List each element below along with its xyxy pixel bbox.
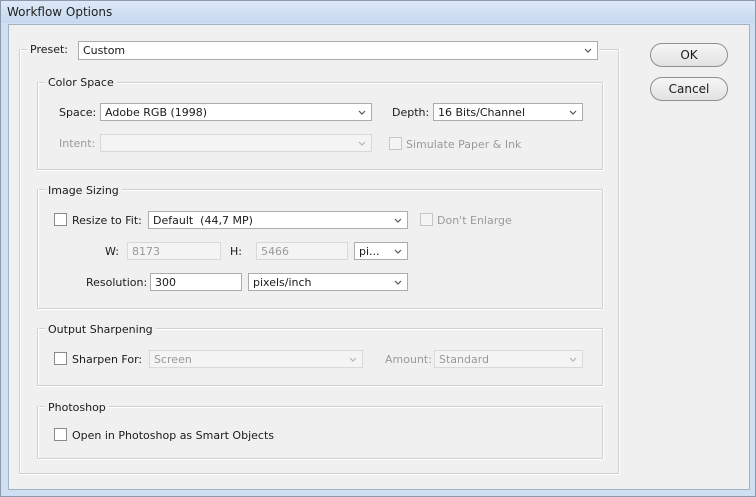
dialog-body: Preset: Custom Color Space Space: Adobe … xyxy=(8,24,750,490)
preset-frame-left xyxy=(19,49,21,474)
depth-dropdown[interactable]: 16 Bits/Channel xyxy=(433,103,583,121)
chevron-down-icon xyxy=(392,213,404,227)
height-field: 5466 xyxy=(256,242,348,260)
sharpen-for-dropdown: Screen xyxy=(149,350,363,368)
sharpen-for-checkbox[interactable] xyxy=(54,352,67,365)
photoshop-left-edge xyxy=(37,406,39,459)
resize-to-fit-value: Default (44,7 MP) xyxy=(153,214,253,227)
output-sharpening-right-edge xyxy=(602,328,604,386)
sharpen-for-value: Screen xyxy=(154,353,192,366)
amount-dropdown: Standard xyxy=(434,350,583,368)
cancel-button[interactable]: Cancel xyxy=(650,77,728,101)
chevron-down-icon xyxy=(356,136,368,150)
color-space-left-edge xyxy=(37,82,39,170)
resolution-value: 300 xyxy=(155,276,176,289)
amount-value: Standard xyxy=(439,353,490,366)
resize-to-fit-checkbox[interactable] xyxy=(54,213,67,226)
image-sizing-divider xyxy=(37,189,603,191)
chevron-down-icon xyxy=(582,43,594,57)
resolution-unit-dropdown[interactable]: pixels/inch xyxy=(248,273,408,291)
simulate-paper-checkbox xyxy=(389,137,402,150)
space-label: Space: xyxy=(59,106,97,119)
chevron-down-icon xyxy=(567,105,579,119)
photoshop-title: Photoshop xyxy=(45,401,109,414)
height-label: H: xyxy=(230,245,242,258)
simulate-paper-label: Simulate Paper & Ink xyxy=(406,138,522,151)
output-sharpening-bottom-edge xyxy=(37,385,603,387)
resolution-unit-value: pixels/inch xyxy=(253,276,312,289)
title-bar: Workflow Options xyxy=(1,1,755,23)
output-sharpening-left-edge xyxy=(37,328,39,386)
image-sizing-left-edge xyxy=(37,189,39,309)
amount-label: Amount: xyxy=(385,353,432,366)
space-value: Adobe RGB (1998) xyxy=(105,106,208,119)
color-space-divider xyxy=(37,82,603,84)
resolution-field[interactable]: 300 xyxy=(150,273,242,291)
depth-value: 16 Bits/Channel xyxy=(438,106,526,119)
space-dropdown[interactable]: Adobe RGB (1998) xyxy=(100,103,372,121)
width-label: W: xyxy=(105,245,119,258)
smart-objects-label: Open in Photoshop as Smart Objects xyxy=(72,429,274,442)
width-field: 8173 xyxy=(127,242,221,260)
sharpen-for-label: Sharpen For: xyxy=(72,353,143,366)
output-sharpening-title: Output Sharpening xyxy=(45,323,156,336)
chevron-down-icon xyxy=(567,352,579,366)
chevron-down-icon xyxy=(392,275,404,289)
window-title: Workflow Options xyxy=(7,5,113,19)
chevron-down-icon xyxy=(356,105,368,119)
dont-enlarge-checkbox xyxy=(420,213,433,226)
resize-to-fit-label: Resize to Fit: xyxy=(72,214,142,227)
depth-label: Depth: xyxy=(392,106,430,119)
photoshop-bottom-edge xyxy=(37,458,603,460)
image-sizing-bottom-edge xyxy=(37,308,603,310)
image-sizing-right-edge xyxy=(602,189,604,309)
image-sizing-title: Image Sizing xyxy=(45,184,122,197)
smart-objects-checkbox[interactable] xyxy=(54,428,67,441)
intent-label: Intent: xyxy=(59,137,96,150)
preset-dropdown[interactable]: Custom xyxy=(78,41,598,60)
width-value: 8173 xyxy=(132,245,160,258)
chevron-down-icon xyxy=(347,352,359,366)
ok-button[interactable]: OK xyxy=(650,43,728,67)
preset-frame-bottom xyxy=(19,473,619,475)
size-unit-value: pi... xyxy=(359,245,380,258)
color-space-right-edge xyxy=(602,82,604,170)
dont-enlarge-label: Don't Enlarge xyxy=(437,214,512,227)
chevron-down-icon xyxy=(392,244,404,258)
preset-value: Custom xyxy=(83,44,126,57)
color-space-title: Color Space xyxy=(45,76,117,89)
intent-dropdown xyxy=(100,134,372,152)
resolution-label: Resolution: xyxy=(86,276,148,289)
resize-to-fit-dropdown[interactable]: Default (44,7 MP) xyxy=(148,211,408,229)
photoshop-right-edge xyxy=(602,406,604,459)
workflow-options-window: Workflow Options Preset: Custom Color Sp… xyxy=(0,0,756,497)
height-value: 5466 xyxy=(261,245,289,258)
preset-frame-right xyxy=(618,49,620,474)
size-unit-dropdown[interactable]: pi... xyxy=(354,242,408,260)
preset-frame-top-right xyxy=(599,49,619,51)
preset-label: Preset: xyxy=(30,43,69,56)
color-space-bottom-edge xyxy=(37,169,603,171)
photoshop-divider xyxy=(37,406,603,408)
